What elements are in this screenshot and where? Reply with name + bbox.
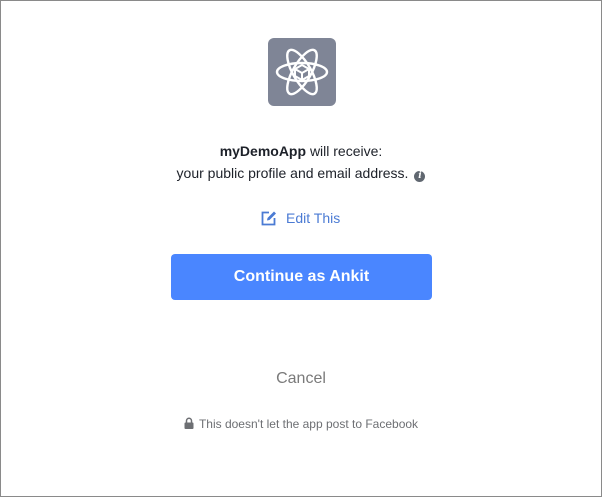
edit-this-link[interactable]: Edit This xyxy=(260,208,340,228)
info-icon[interactable]: i xyxy=(414,171,426,182)
lock-icon xyxy=(184,417,194,429)
app-logo-icon xyxy=(268,38,336,106)
continue-button[interactable]: Continue as Ankit xyxy=(171,254,432,300)
footer-note: This doesn't let the app post to Faceboo… xyxy=(1,416,601,432)
cancel-button-row: Cancel xyxy=(1,369,601,389)
app-name: myDemoApp xyxy=(219,143,307,159)
edit-this-label: Edit This xyxy=(286,210,341,226)
edit-pencil-icon xyxy=(261,211,276,225)
footer-note-text: This doesn't let the app post to Faceboo… xyxy=(198,417,419,431)
permission-heading: myDemoApp will receive: xyxy=(1,142,601,160)
permission-details: your public profile and email address. xyxy=(176,165,409,181)
atom-cube-icon xyxy=(275,48,329,96)
cancel-button[interactable]: Cancel xyxy=(276,370,326,387)
receive-text: will receive: xyxy=(309,143,383,159)
permission-details-line: your public profile and email address. i xyxy=(1,164,601,182)
login-dialog: myDemoApp will receive: your public prof… xyxy=(0,0,602,497)
